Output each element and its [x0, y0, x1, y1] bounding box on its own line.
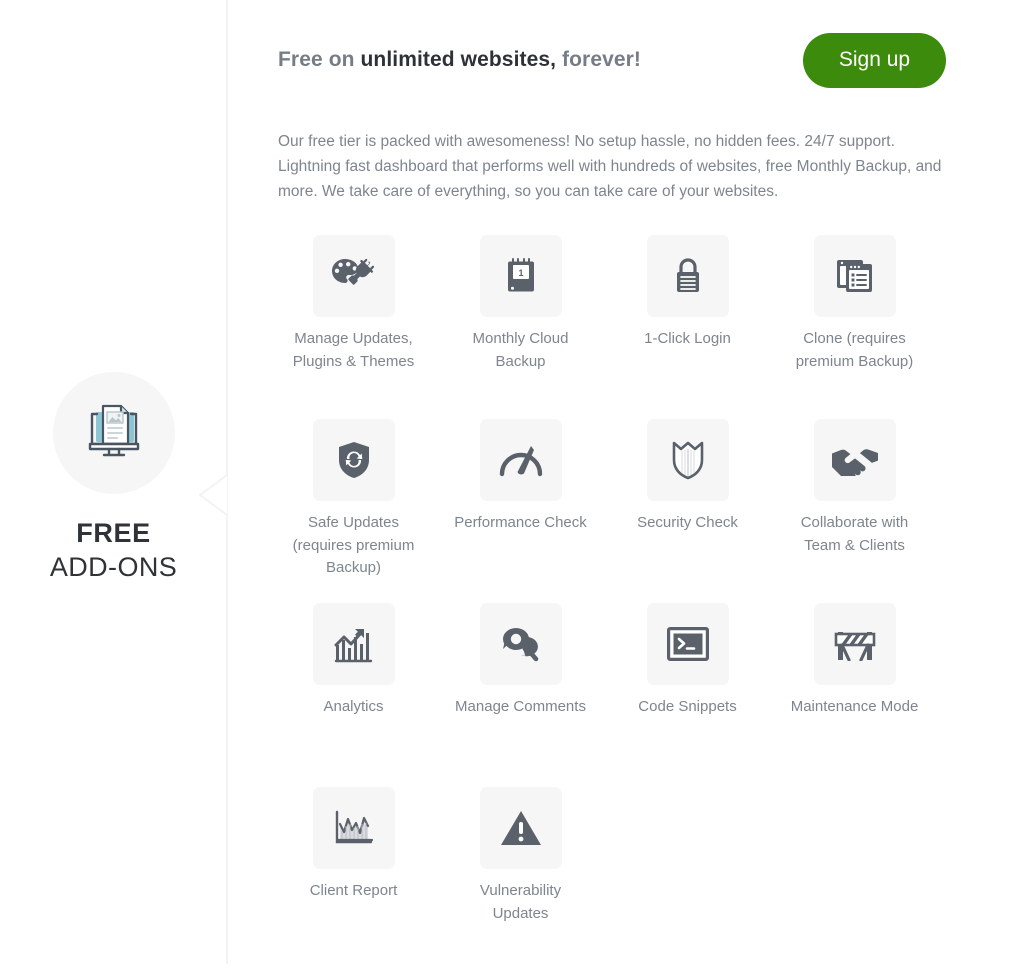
speedometer-icon [498, 443, 544, 477]
title-strong: unlimited websites, [360, 48, 557, 71]
calendar-backup-icon: 1 [504, 256, 538, 296]
feature-label: Vulnerability Updates [479, 882, 562, 922]
feature-item: Analytics [270, 603, 437, 787]
feature-label: Manage Updates, Plugins & Themes [292, 330, 415, 370]
feature-item: Client Report [270, 787, 437, 971]
intro-paragraph: Our free tier is packed with awesomeness… [278, 133, 942, 200]
feature-tile[interactable] [312, 419, 395, 501]
feature-tile[interactable] [646, 235, 729, 317]
page-title: Free on unlimited websites, forever! [278, 48, 641, 72]
feature-tile[interactable] [813, 603, 896, 685]
padlock-icon [672, 255, 704, 297]
sign-up-button[interactable]: Sign up [803, 32, 946, 88]
road-barrier-icon [833, 627, 877, 661]
feature-item: Clone (requires premium Backup) [771, 235, 938, 419]
feature-item: Manage Updates, Plugins & Themes [270, 235, 437, 419]
feature-item: Security Check [604, 419, 771, 603]
feature-tile[interactable] [813, 235, 896, 317]
feature-label: Safe Updates (requires premium Backup) [292, 514, 415, 577]
feature-item: Vulnerability Updates [437, 787, 604, 971]
tier-icon-circle [52, 371, 175, 494]
content-panel: Free on unlimited websites, forever! Sig… [227, 0, 1024, 964]
feature-tile[interactable] [813, 419, 896, 501]
feature-tile[interactable] [479, 419, 562, 501]
feature-item: Maintenance Mode [771, 603, 938, 787]
feature-tile[interactable] [479, 603, 562, 685]
feature-item: Performance Check [437, 419, 604, 603]
terminal-icon [666, 627, 709, 661]
feature-item: Manage Comments [437, 603, 604, 787]
handshake-icon [830, 444, 880, 476]
feature-tile[interactable] [312, 787, 395, 869]
speech-bubbles-icon [500, 625, 542, 663]
feature-label: Maintenance Mode [790, 698, 919, 715]
monitor-documents-icon [82, 400, 146, 465]
svg-text:1: 1 [518, 268, 523, 278]
feature-tile[interactable] [312, 235, 395, 317]
free-addons-panel: FREE ADD-ONS Free on unlimited websites,… [0, 0, 1024, 964]
feature-label: Analytics [323, 698, 384, 715]
shield-icon [671, 440, 705, 480]
feature-item: Safe Updates (requires premium Backup) [270, 419, 437, 603]
tier-name: FREE [76, 517, 151, 548]
bar-chart-arrow-icon [334, 625, 374, 663]
shield-refresh-icon [336, 440, 372, 480]
palette-plug-icon [330, 256, 378, 296]
feature-label: Collaborate with Team & Clients [800, 514, 909, 554]
feature-item: Collaborate with Team & Clients [771, 419, 938, 603]
feature-tile[interactable] [479, 787, 562, 869]
header-row: Free on unlimited websites, forever! Sig… [278, 32, 946, 88]
feature-item: Code Snippets [604, 603, 771, 787]
feature-label: Client Report [309, 882, 398, 899]
feature-tile[interactable]: 1 [479, 235, 562, 317]
feature-label: Security Check [637, 514, 738, 531]
feature-tile[interactable] [646, 603, 729, 685]
title-lead: Free on [278, 48, 361, 71]
feature-label: Performance Check [454, 514, 587, 531]
warning-triangle-icon [500, 809, 542, 847]
feature-item: 1 Monthly Cloud Backup [437, 235, 604, 419]
feature-label: Code Snippets [638, 698, 737, 715]
title-tail: forever! [556, 48, 642, 71]
line-chart-icon [334, 810, 374, 846]
feature-label: Clone (requires premium Backup) [795, 330, 914, 370]
tier-subtitle: ADD-ONS [49, 552, 178, 582]
tier-rail: FREE ADD-ONS [0, 0, 227, 964]
pointer-notch [198, 443, 228, 547]
clone-windows-icon [835, 257, 875, 295]
feature-tile[interactable] [646, 419, 729, 501]
feature-label: Manage Comments [455, 698, 586, 715]
feature-item: 1-Click Login [604, 235, 771, 419]
feature-label: 1-Click Login [644, 330, 731, 347]
feature-tile[interactable] [312, 603, 395, 685]
feature-grid: Manage Updates, Plugins & Themes 1 Month… [270, 235, 946, 971]
feature-label: Monthly Cloud Backup [472, 330, 569, 370]
